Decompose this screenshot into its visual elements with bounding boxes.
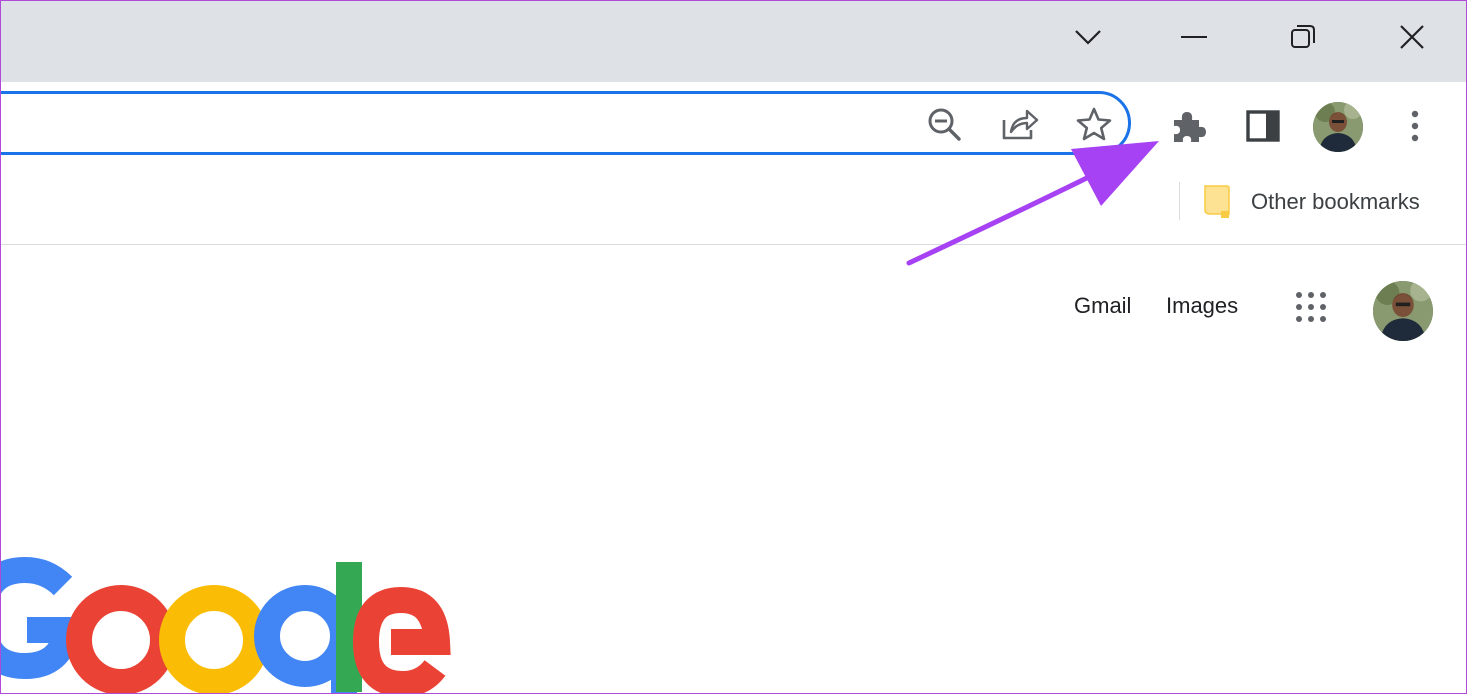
- address-bar[interactable]: [1, 91, 1131, 155]
- folder-icon: [1204, 185, 1230, 218]
- bookmark-star-button[interactable]: [1074, 104, 1114, 144]
- gmail-link[interactable]: Gmail: [1074, 293, 1131, 319]
- bookmarks-bar: Other bookmarks: [1, 174, 1466, 245]
- minimize-icon: [1181, 36, 1207, 38]
- restore-button[interactable]: [1278, 13, 1328, 61]
- extensions-puzzle-icon: [1174, 112, 1206, 142]
- side-panel-icon: [1246, 110, 1280, 142]
- google-logo: [1, 556, 451, 693]
- profile-avatar[interactable]: [1313, 102, 1363, 152]
- toolbar: [1, 82, 1466, 174]
- minimize-button[interactable]: [1169, 13, 1219, 61]
- apps-grid-icon[interactable]: [1293, 289, 1329, 325]
- images-link[interactable]: Images: [1166, 293, 1238, 319]
- close-button[interactable]: [1387, 13, 1437, 61]
- side-panel-button[interactable]: [1241, 104, 1285, 148]
- bookmark-star-icon: [1076, 107, 1112, 141]
- more-menu-button[interactable]: [1393, 104, 1437, 148]
- extensions-button[interactable]: [1166, 104, 1210, 148]
- chevron-down-icon: [1075, 30, 1101, 45]
- account-photo: [1373, 281, 1433, 341]
- more-menu-icon: [1411, 110, 1419, 142]
- profile-photo: [1313, 102, 1363, 152]
- browser-window: Other bookmarks Gmail Images: [0, 0, 1467, 694]
- google-homepage: Gmail Images: [1, 245, 1466, 693]
- restore-icon: [1291, 25, 1315, 48]
- other-bookmarks-label: Other bookmarks: [1251, 189, 1420, 214]
- share-icon: [1002, 109, 1039, 140]
- tab-search-button[interactable]: [1063, 13, 1113, 61]
- zoom-out-icon: [928, 108, 961, 141]
- title-bar: [1, 1, 1466, 82]
- account-avatar[interactable]: [1373, 281, 1433, 341]
- zoom-button[interactable]: [924, 104, 964, 144]
- share-button[interactable]: [1000, 104, 1040, 144]
- other-bookmarks-button[interactable]: Other bookmarks: [1201, 182, 1420, 222]
- bookmarks-separator: [1179, 182, 1180, 220]
- close-icon: [1400, 25, 1424, 49]
